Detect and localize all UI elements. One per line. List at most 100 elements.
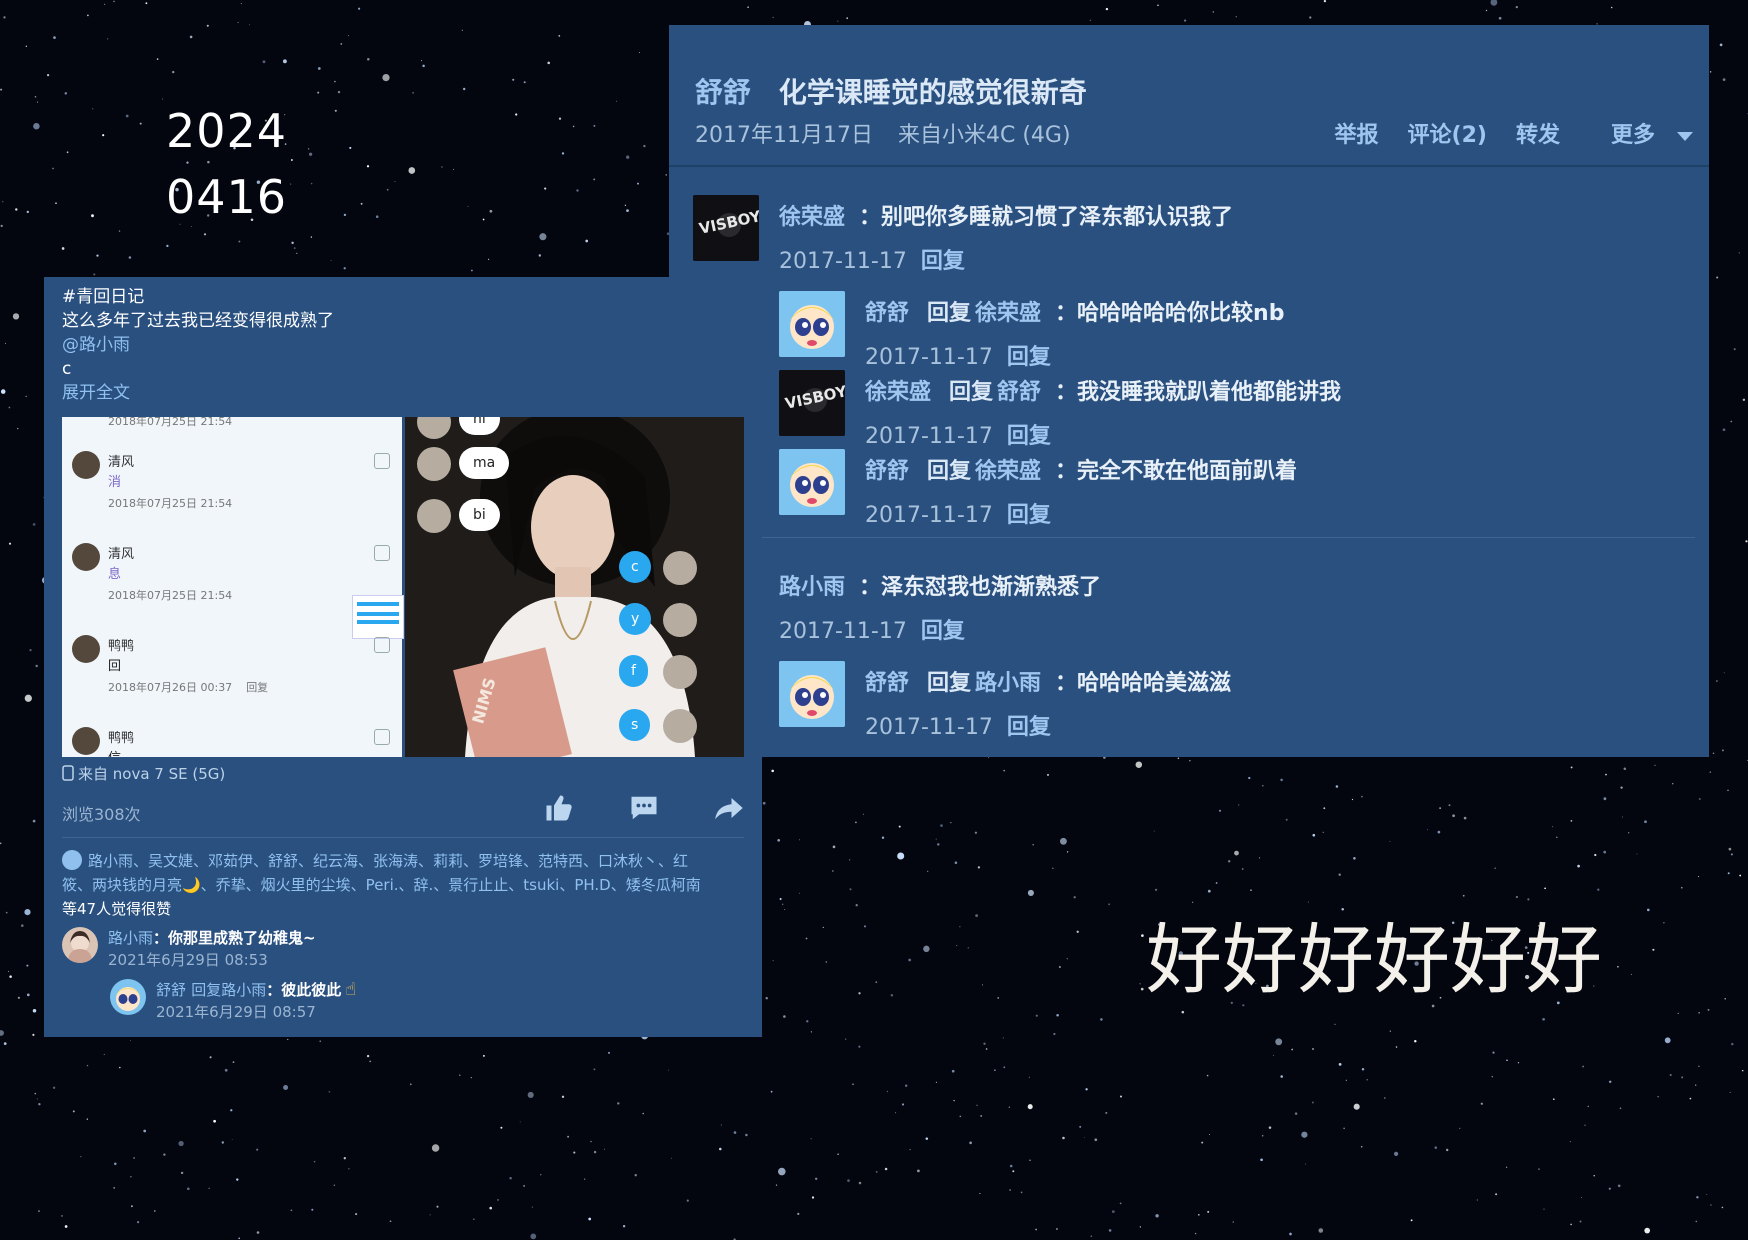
star [340,42,343,45]
star [997,997,1000,999]
list-msg: 回 [108,659,122,674]
star [473,1218,475,1220]
report-link[interactable]: 举报 [1335,123,1379,148]
comment-user[interactable]: 徐荣盛 [779,205,845,230]
star [36,1098,38,1100]
reply-target[interactable]: 舒舒 [997,380,1041,405]
star [1608,1080,1612,1084]
star [1462,894,1465,897]
star [489,1206,493,1210]
star [811,1196,815,1199]
comment-user[interactable]: 舒舒 [156,981,186,999]
star [1437,830,1441,834]
list-msg: 信 [108,747,121,757]
star [1617,1184,1621,1188]
reply-button[interactable]: 回复 [1007,503,1051,528]
more-menu[interactable]: 更多 [1589,123,1693,148]
avatar [72,543,100,571]
star [355,1213,358,1216]
comment-time: 2021年6月29日 08:57 [156,1003,316,1021]
star [130,1176,132,1178]
post-tag[interactable]: #青回日记 [62,285,334,309]
star [125,114,129,118]
star [1105,7,1109,11]
star [733,1131,737,1134]
star [925,1137,929,1140]
star [670,1157,672,1159]
share-icon[interactable] [714,793,744,823]
star [375,215,379,218]
reply-button[interactable]: 回复 [1007,424,1051,449]
star [1100,1018,1103,1021]
avatar[interactable]: VISBOY [693,195,759,261]
comment-user[interactable]: 徐荣盛 [865,380,931,405]
star [1280,1075,1283,1078]
reply-target[interactable]: 徐荣盛 [975,459,1041,484]
star [881,836,885,839]
reply-target[interactable]: 路小雨 [221,981,266,999]
star [1201,1141,1204,1144]
avatar[interactable] [110,979,146,1015]
star [55,202,57,205]
likes-names[interactable]: 路小雨、吴文婕、邓茹伊、舒舒、纪云海、张海涛、莉莉、罗培锋、范特西、口沐秋丶、红… [62,852,701,894]
chat-bubble: y [619,603,652,635]
comment-user[interactable]: 路小雨 [108,929,153,947]
star [1384,1097,1386,1099]
star [898,825,901,828]
star [0,389,6,394]
comments-link[interactable]: 评论(2) [1408,123,1487,148]
star [343,213,347,217]
post-author[interactable]: 舒舒 [695,76,751,109]
star [3,16,6,19]
avatar[interactable]: VISBOY [779,370,845,436]
reply-button[interactable]: 回复 [921,249,965,274]
star [282,59,287,64]
reply-button[interactable]: 回复 [1007,715,1051,740]
star [617,1102,620,1105]
star [348,35,350,37]
star [783,1015,786,1018]
star [87,14,89,17]
avatar[interactable] [779,449,845,515]
reply-target[interactable]: 路小雨 [975,671,1041,696]
star [1515,5,1518,9]
star [1657,1096,1659,1098]
comment-user[interactable]: 舒舒 [865,671,909,696]
star [46,73,50,77]
repost-link[interactable]: 转发 [1516,123,1560,148]
thumbs-up-icon[interactable] [544,793,574,823]
screenshot-collage[interactable]: 2018年07月25日 21:54 清风 消 2018年07月25日 21:54… [62,417,744,757]
post-source: 来自小米4C (4G) [897,123,1071,148]
reply-target[interactable]: 徐荣盛 [975,301,1041,326]
avatar[interactable] [779,661,845,727]
star [863,925,867,928]
comment-user[interactable]: 路小雨 [779,575,845,600]
star [1610,6,1613,9]
reply-button[interactable]: 回复 [1007,345,1051,370]
likes-count[interactable]: 等47人觉得很赞 [62,900,171,918]
avatar[interactable] [62,927,98,963]
expand-link[interactable]: 展开全文 [62,381,334,405]
star [1353,857,1356,860]
star [593,1068,596,1071]
comment-user[interactable]: 舒舒 [865,459,909,484]
actions-divider [62,837,744,838]
star [1434,1146,1438,1149]
comment-icon[interactable] [629,793,659,823]
star [114,1162,117,1166]
star [37,1210,41,1213]
reply-button[interactable]: 回复 [921,619,965,644]
star [369,1060,372,1063]
comment-user[interactable]: 舒舒 [865,301,909,326]
star [1630,973,1632,975]
star [61,1214,63,1217]
star [1108,1229,1112,1232]
mention-link[interactable]: @路小雨 [62,333,334,357]
star [667,1069,669,1071]
avatar[interactable] [779,291,845,357]
star [849,888,852,891]
star [1157,4,1159,6]
star [567,1135,570,1138]
star [343,267,346,270]
comment-text: ：哈哈哈哈哈你比较nb [1055,301,1285,326]
